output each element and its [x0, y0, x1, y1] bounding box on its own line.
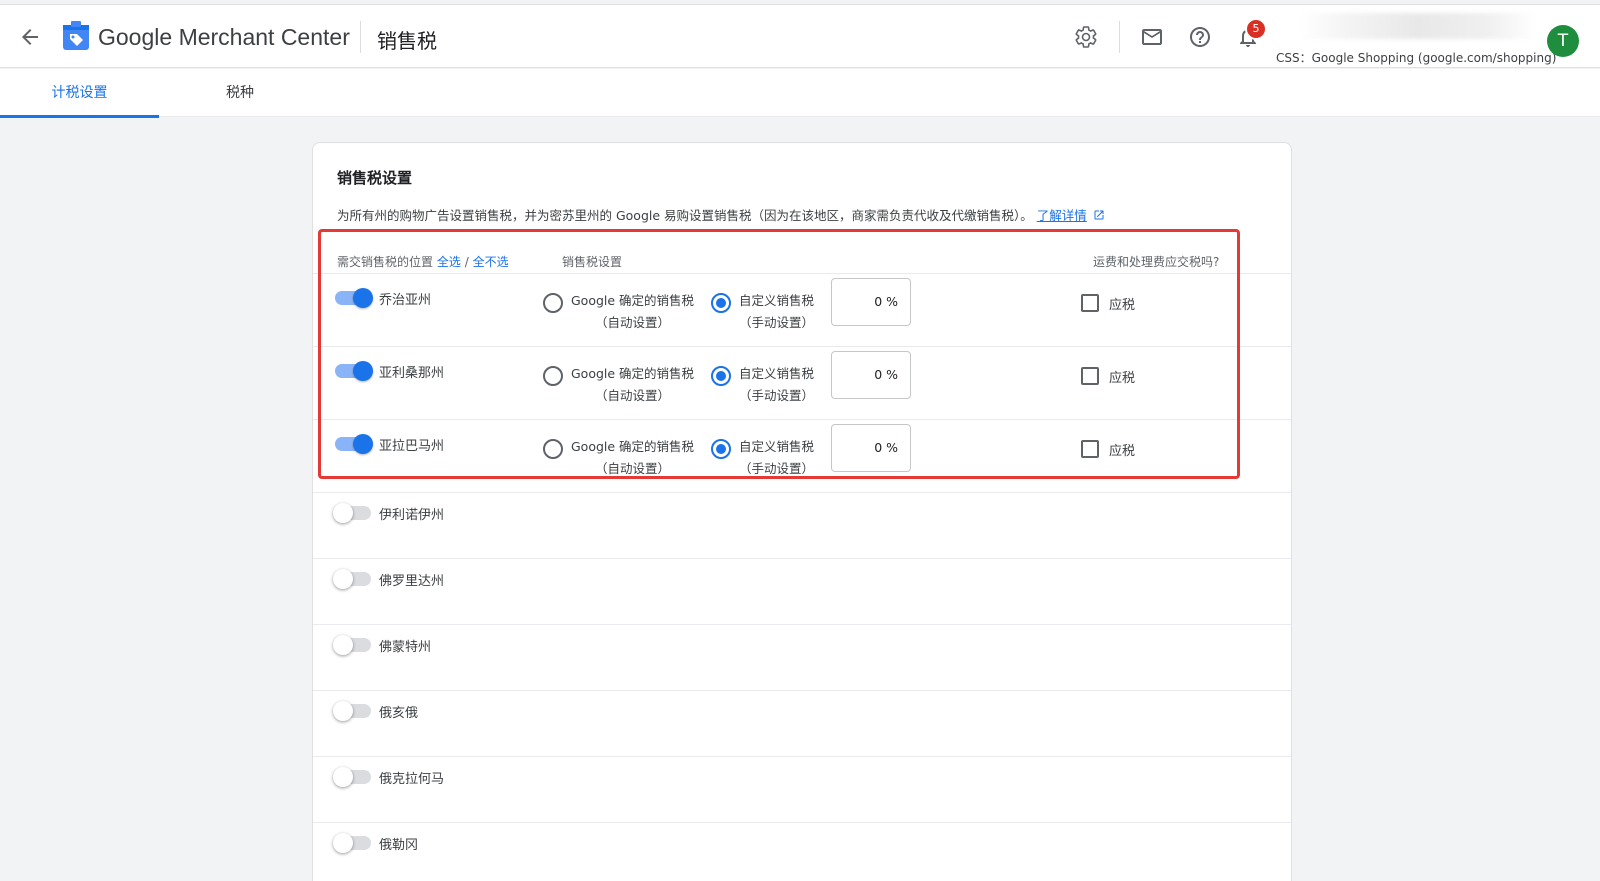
state-row: 亚拉巴马州 Google 确定的销售税 （自动设置） 自定义销售税 （手动设置） 0 % 应… — [313, 419, 1291, 492]
state-row: 佛蒙特州 — [313, 624, 1291, 690]
google-determined-radio[interactable] — [543, 293, 563, 313]
custom-option-line2: （手动设置） — [739, 388, 815, 403]
state-toggle[interactable] — [333, 833, 371, 853]
toggle-knob — [333, 635, 353, 655]
google-option-line1: Google 确定的销售税 — [571, 293, 695, 308]
learn-more-link[interactable]: 了解详情 — [1037, 208, 1087, 223]
state-name: 乔治亚州 — [379, 293, 432, 308]
state-toggle[interactable] — [335, 434, 373, 454]
state-name: 俄亥俄 — [379, 706, 419, 721]
custom-tax-radio[interactable] — [711, 366, 731, 386]
state-name: 亚拉巴马州 — [379, 439, 445, 454]
help-icon[interactable] — [1188, 25, 1212, 49]
shipping-taxable-checkbox[interactable] — [1081, 440, 1099, 458]
shipping-taxable-checkbox[interactable] — [1081, 294, 1099, 312]
state-row: 乔治亚州 Google 确定的销售税 （自动设置） 自定义销售税 （手动设置） 0 % 应税 — [313, 273, 1291, 346]
google-option-line1: Google 确定的销售税 — [571, 366, 695, 381]
google-option-line2: （自动设置） — [595, 461, 671, 476]
card-title: 销售税设置 — [337, 169, 413, 187]
state-toggle[interactable] — [333, 569, 371, 589]
sales-tax-settings-card: 销售税设置 为所有州的购物广告设置销售税，并为密苏里州的 Google 易购设置… — [312, 142, 1292, 881]
toggle-knob — [353, 434, 373, 454]
state-toggle[interactable] — [333, 635, 371, 655]
custom-tax-radio[interactable] — [711, 439, 731, 459]
state-row: 俄克拉何马 — [313, 756, 1291, 822]
taxable-label: 应税 — [1109, 298, 1136, 313]
custom-option-line1: 自定义销售税 — [739, 293, 815, 308]
state-row: 亚利桑那州 Google 确定的销售税 （自动设置） 自定义销售税 （手动设置） 0 % 应… — [313, 346, 1291, 419]
google-option-text: Google 确定的销售税 （自动设置） — [571, 363, 694, 407]
google-determined-radio[interactable] — [543, 439, 563, 459]
toggle-knob — [353, 361, 373, 381]
state-name: 俄克拉何马 — [379, 772, 445, 787]
state-name: 佛罗里达州 — [379, 574, 445, 589]
state-toggle[interactable] — [333, 503, 371, 523]
tax-rate-input[interactable]: 0 % — [831, 351, 911, 399]
css-account-line: CSS：Google Shopping (google.com/shopping… — [1276, 51, 1557, 65]
toggle-knob — [333, 569, 353, 589]
notification-count-badge: 5 — [1245, 18, 1267, 40]
state-toggle[interactable] — [333, 767, 371, 787]
description-text: 为所有州的购物广告设置销售税，并为密苏里州的 Google 易购设置销售税（因为… — [337, 208, 1033, 223]
custom-option-line1: 自定义销售税 — [739, 439, 815, 454]
top-app-bar: Google Merchant Center 销售税 5 CSS：Google … — [0, 4, 1600, 68]
toggle-knob — [333, 767, 353, 787]
state-row: 佛罗里达州 — [313, 558, 1291, 624]
google-option-text: Google 确定的销售税 （自动设置） — [571, 436, 694, 480]
tax-rate-input[interactable]: 0 % — [831, 278, 911, 326]
column-header-shipping-taxable: 运费和处理费应交税吗? — [1093, 255, 1220, 269]
tax-rate-input[interactable]: 0 % — [831, 424, 911, 472]
app-title[interactable]: Google Merchant Center — [98, 24, 350, 51]
column-header-location: 需交销售税的位置 全选 / 全不选 — [337, 253, 509, 270]
card-description: 为所有州的购物广告设置销售税，并为密苏里州的 Google 易购设置销售税（因为… — [337, 205, 1105, 224]
state-toggle[interactable] — [333, 701, 371, 721]
location-header-label: 需交销售税的位置 — [337, 255, 434, 269]
state-name: 伊利诺伊州 — [379, 508, 445, 523]
shipping-taxable-checkbox[interactable] — [1081, 367, 1099, 385]
toggle-knob — [333, 701, 353, 721]
toggle-knob — [333, 833, 353, 853]
taxable-label: 应税 — [1109, 371, 1136, 386]
toggle-knob — [353, 288, 373, 308]
open-in-new-icon — [1094, 210, 1104, 220]
google-determined-radio[interactable] — [543, 366, 563, 386]
state-toggle[interactable] — [335, 361, 373, 381]
select-none-link[interactable]: 全不选 — [473, 255, 509, 269]
state-row: 伊利诺伊州 — [313, 492, 1291, 558]
settings-gear-icon[interactable] — [1074, 25, 1098, 49]
page-title: 销售税 — [377, 29, 437, 53]
account-name-redacted — [1300, 13, 1536, 39]
state-name: 俄勒冈 — [379, 838, 419, 853]
state-name: 佛蒙特州 — [379, 640, 432, 655]
tab-bar: 计税设置 税种 — [0, 69, 1600, 118]
custom-option-line2: （手动设置） — [739, 461, 815, 476]
google-option-line2: （自动设置） — [595, 315, 671, 330]
taxable-label: 应税 — [1109, 444, 1136, 459]
arrow-back-icon[interactable] — [18, 25, 42, 49]
state-toggle[interactable] — [335, 288, 373, 308]
state-row: 俄亥俄 — [313, 690, 1291, 756]
select-separator: / — [464, 255, 469, 269]
tab-tax-settings[interactable]: 计税设置 — [0, 69, 159, 118]
google-option-text: Google 确定的销售税 （自动设置） — [571, 290, 694, 334]
custom-option-text: 自定义销售税 （手动设置） — [739, 363, 814, 407]
header-divider — [360, 21, 361, 53]
icon-divider — [1119, 21, 1120, 53]
toggle-knob — [333, 503, 353, 523]
avatar[interactable]: T — [1547, 25, 1579, 57]
custom-option-line2: （手动设置） — [739, 315, 815, 330]
mail-icon[interactable] — [1140, 25, 1164, 49]
tab-tax-types[interactable]: 税种 — [198, 69, 282, 117]
google-option-line1: Google 确定的销售税 — [571, 439, 695, 454]
state-name: 亚利桑那州 — [379, 366, 445, 381]
merchant-center-logo — [63, 21, 89, 50]
custom-option-text: 自定义销售税 （手动设置） — [739, 436, 814, 480]
custom-option-line1: 自定义销售税 — [739, 366, 815, 381]
select-all-link[interactable]: 全选 — [437, 255, 461, 269]
column-header-tax-setting: 销售税设置 — [562, 255, 623, 269]
custom-tax-radio[interactable] — [711, 293, 731, 313]
google-option-line2: （自动设置） — [595, 388, 671, 403]
custom-option-text: 自定义销售税 （手动设置） — [739, 290, 814, 334]
state-row: 俄勒冈 — [313, 822, 1291, 881]
